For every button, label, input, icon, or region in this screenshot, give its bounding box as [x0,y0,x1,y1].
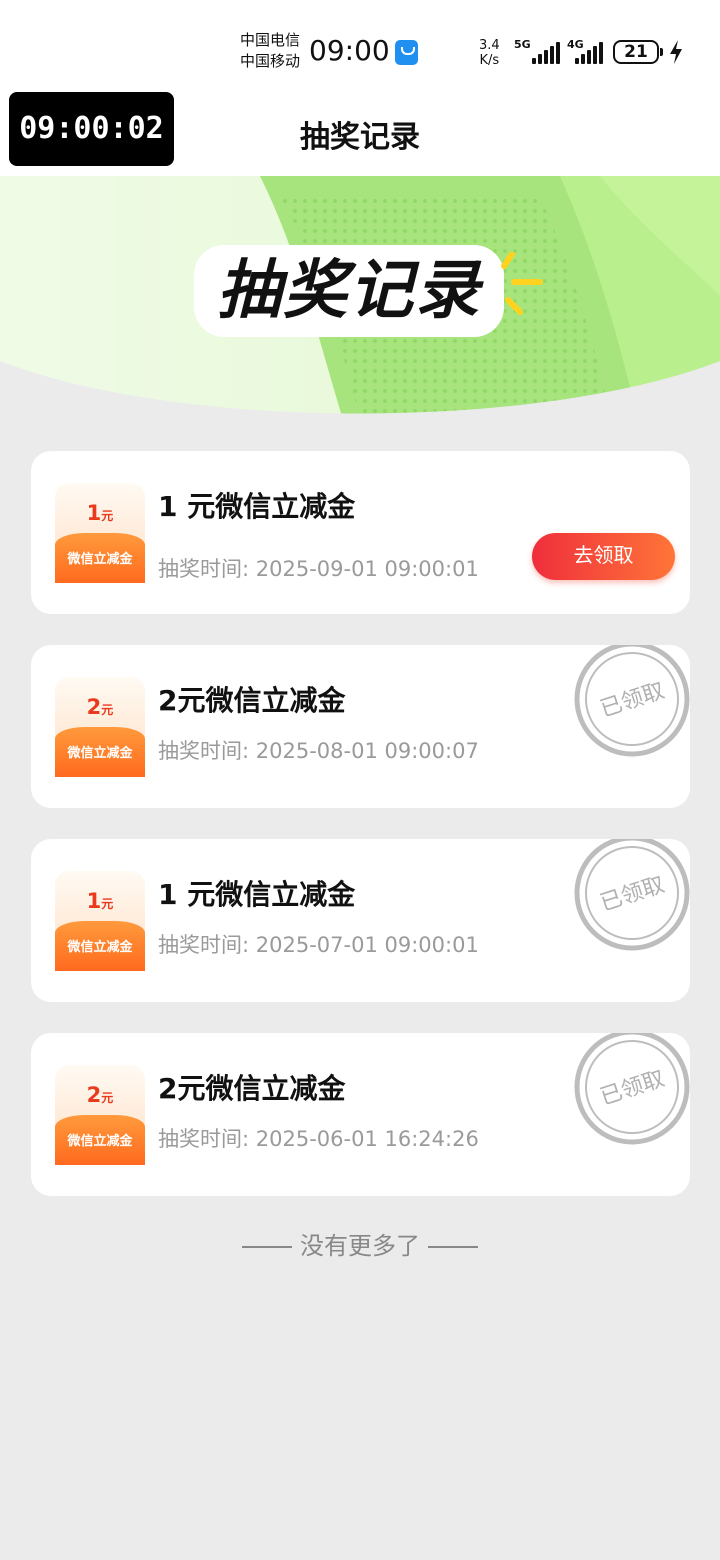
signal-5g-label: 5G [514,38,531,51]
shopping-bag-icon [395,40,418,65]
banner-title: 抽奖记录 [217,254,481,328]
record-time-value: 2025-08-01 09:00:07 [255,739,479,763]
net-speed-unit: K/s [479,53,500,68]
record-card: 1元 微信立减金 1 元微信立减金 抽奖时间: 2025-09-01 09:00… [31,451,690,614]
page-title: 抽奖记录 [300,120,420,155]
record-time-value: 2025-09-01 09:00:01 [255,557,479,581]
coupon-label: 微信立减金 [55,727,145,777]
record-title: 1 元微信立减金 [158,878,356,911]
sparkle-icon [501,252,543,315]
record-card: 1元 微信立减金 1 元微信立减金 抽奖时间: 2025-07-01 09:00… [31,839,690,1002]
claimed-stamp-icon: 已领取 [574,839,690,951]
record-time-label: 抽奖时间: [158,557,250,581]
coupon-label: 微信立减金 [55,1115,145,1165]
banner-title-plate: 抽奖记录 [194,245,504,337]
record-title: 2元微信立减金 [158,684,346,717]
coupon-value: 1元 [86,501,114,525]
coupon-label: 微信立减金 [55,921,145,971]
divider [428,1246,478,1248]
status-clock: 09:00 [309,34,390,67]
coupon-thumbnail: 2元 微信立减金 [55,1065,145,1165]
charging-bolt-icon [670,40,682,64]
net-speed-value: 3.4 [479,38,500,53]
carrier-1: 中国电信 [240,31,301,49]
battery-icon: 21 [613,40,663,64]
record-time: 抽奖时间: 2025-09-01 09:00:01 [158,553,479,583]
record-time: 抽奖时间: 2025-08-01 09:00:07 [158,735,479,765]
no-more-text: 没有更多了 [300,1232,420,1260]
signal-5g-icon: 5G [514,38,560,64]
coupon-value: 2元 [86,1083,114,1107]
list-end-indicator: 没有更多了 [0,1226,720,1261]
carrier-2: 中国移动 [240,52,301,70]
network-speed: 3.4 K/s [479,38,500,68]
carrier-names: 中国电信 中国移动 [240,30,300,72]
record-time-label: 抽奖时间: [158,933,250,957]
claim-button[interactable]: 去领取 [532,533,675,580]
claimed-stamp-icon: 已领取 [574,645,690,757]
record-title: 1 元微信立减金 [158,490,356,523]
record-time-label: 抽奖时间: [158,739,250,763]
claimed-stamp-icon: 已领取 [574,1033,690,1145]
record-card: 2元 微信立减金 2元微信立减金 抽奖时间: 2025-08-01 09:00:… [31,645,690,808]
divider [242,1246,292,1248]
coupon-value: 2元 [86,695,114,719]
stamp-text: 已领取 [597,1066,668,1110]
signal-4g-icon: 4G [567,38,607,64]
stamp-text: 已领取 [597,872,668,916]
coupon-thumbnail: 2元 微信立减金 [55,677,145,777]
record-card: 2元 微信立减金 2元微信立减金 抽奖时间: 2025-06-01 16:24:… [31,1033,690,1196]
coupon-value: 1元 [86,889,114,913]
status-bar: 中国电信 中国移动 09:00 3.4 K/s 5G 4G 21 [0,0,720,88]
record-time: 抽奖时间: 2025-06-01 16:24:26 [158,1123,479,1153]
coupon-unit: 元 [101,897,114,911]
record-time-value: 2025-06-01 16:24:26 [255,1127,479,1151]
stamp-text: 已领取 [597,678,668,722]
record-time: 抽奖时间: 2025-07-01 09:00:01 [158,929,479,959]
coupon-label: 微信立减金 [55,533,145,583]
record-time-label: 抽奖时间: [158,1127,250,1151]
record-time-value: 2025-07-01 09:00:01 [255,933,479,957]
coupon-unit: 元 [101,1091,114,1105]
coupon-thumbnail: 1元 微信立减金 [55,483,145,583]
page-header: 09:00:02 抽奖记录 [0,88,720,176]
coupon-thumbnail: 1元 微信立减金 [55,871,145,971]
coupon-unit: 元 [101,509,114,523]
coupon-unit: 元 [101,703,114,717]
record-title: 2元微信立减金 [158,1072,346,1105]
